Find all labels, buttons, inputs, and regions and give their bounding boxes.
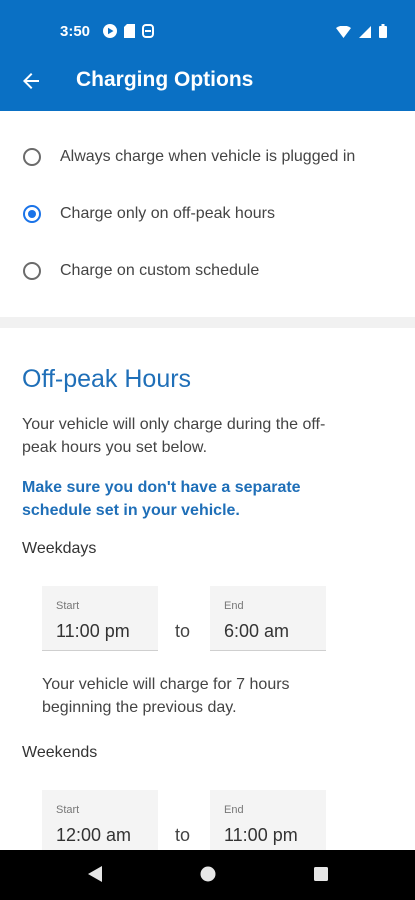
weekends-start-time-field[interactable]: Start 12:00 am bbox=[42, 790, 158, 855]
status-icons-right bbox=[336, 24, 387, 43]
status-bar: 3:50 bbox=[0, 0, 415, 64]
start-label: Start bbox=[56, 600, 80, 612]
option-always-charge[interactable]: Always charge when vehicle is plugged in bbox=[0, 135, 415, 185]
to-separator: to bbox=[175, 825, 191, 845]
start-value: 12:00 am bbox=[56, 825, 132, 845]
to-separator: to bbox=[175, 621, 191, 641]
weekdays-label: Weekdays bbox=[22, 540, 97, 557]
home-circle-icon[interactable] bbox=[199, 864, 217, 889]
battery-icon bbox=[379, 24, 387, 43]
option-custom-schedule[interactable]: Charge on custom schedule bbox=[0, 249, 415, 299]
sync-icon bbox=[142, 24, 154, 43]
weekends-end-time-field[interactable]: End 11:00 pm bbox=[210, 790, 326, 855]
off-peak-heading: Off-peak Hours bbox=[22, 365, 192, 393]
option-off-peak[interactable]: Charge only on off-peak hours bbox=[0, 192, 415, 242]
status-time: 3:50 bbox=[60, 23, 91, 40]
end-value: 11:00 pm bbox=[224, 825, 298, 845]
radio-unchecked[interactable] bbox=[23, 148, 41, 166]
arrow-left-icon[interactable] bbox=[19, 69, 43, 93]
end-label: End bbox=[224, 600, 244, 612]
option-label: Charge only on off-peak hours bbox=[60, 205, 275, 222]
app-bar: 3:50 Charging Options bbox=[0, 0, 415, 111]
start-label: Start bbox=[56, 804, 80, 816]
end-value: 6:00 am bbox=[224, 621, 290, 641]
page-title: Charging Options bbox=[76, 68, 254, 91]
weekends-label: Weekends bbox=[22, 744, 98, 761]
weekdays-start-time-field[interactable]: Start 11:00 pm bbox=[42, 586, 158, 651]
play-icon bbox=[103, 24, 117, 43]
wifi-icon bbox=[336, 25, 351, 43]
recents-square-icon[interactable] bbox=[312, 864, 330, 889]
signal-icon bbox=[359, 25, 371, 43]
radio-checked[interactable] bbox=[23, 205, 41, 223]
off-peak-description: Your vehicle will only charge during the… bbox=[22, 416, 326, 456]
charging-options-group: Always charge when vehicle is plugged in… bbox=[0, 111, 415, 317]
system-nav-bar bbox=[0, 850, 415, 900]
section-divider bbox=[0, 317, 415, 328]
status-icons-left bbox=[103, 24, 154, 43]
schedule-warning: Make sure you don't have a separate sche… bbox=[22, 479, 301, 519]
sd-card-icon bbox=[124, 24, 135, 43]
option-label: Charge on custom schedule bbox=[60, 262, 260, 279]
weekdays-end-time-field[interactable]: End 6:00 am bbox=[210, 586, 326, 651]
weekdays-charge-note: Your vehicle will charge for 7 hours beg… bbox=[42, 676, 290, 716]
end-label: End bbox=[224, 804, 244, 816]
back-triangle-icon[interactable] bbox=[86, 864, 104, 889]
radio-unchecked[interactable] bbox=[23, 262, 41, 280]
option-label: Always charge when vehicle is plugged in bbox=[60, 148, 356, 165]
start-value: 11:00 pm bbox=[56, 621, 130, 641]
